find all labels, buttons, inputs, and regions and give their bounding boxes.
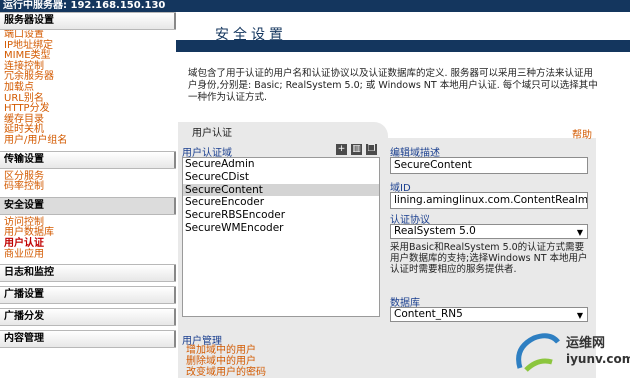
- sidebar-link[interactable]: 商业应用: [0, 249, 176, 261]
- chevron-down-icon: ▼: [576, 228, 583, 237]
- realm-list-item[interactable]: SecureAdmin: [183, 158, 379, 171]
- realm-id-input[interactable]: lining.aminglinux.com.ContentRealm: [390, 192, 588, 209]
- realm-list-item[interactable]: SecureRBSEncoder: [183, 209, 379, 222]
- section-content-management[interactable]: 内容管理: [0, 330, 176, 349]
- sidebar-link[interactable]: 码率控制: [0, 182, 176, 193]
- help-link[interactable]: 帮助: [572, 126, 592, 141]
- realm-list-item[interactable]: SecureEncoder: [183, 196, 379, 209]
- watermark: 运维网 iyunv.com: [512, 328, 630, 378]
- add-icon[interactable]: +: [336, 144, 347, 155]
- delete-icon[interactable]: ▥: [351, 144, 362, 155]
- section-server-settings[interactable]: 服务器设置: [0, 12, 176, 30]
- realm-list[interactable]: SecureAdmin SecureCDist SecureContent Secur…: [182, 157, 380, 317]
- page-description: 域包含了用于认证的用户名和认证协议以及认证数据库的定义. 服务器可以采用三种方法…: [188, 68, 598, 103]
- sidebar-link[interactable]: 用户/用户组名: [0, 135, 176, 147]
- chevron-down-icon: ▼: [576, 311, 583, 320]
- realm-list-item[interactable]: SecureCDist: [183, 171, 379, 184]
- section-broadcast-settings[interactable]: 广播设置: [0, 286, 176, 305]
- security-links: 访问控制 用户数据库 用户认证 商业应用: [0, 217, 176, 261]
- realm-description-input[interactable]: SecureContent: [390, 157, 588, 174]
- section-broadcast-distribution[interactable]: 广播分发: [0, 308, 176, 327]
- protocol-help-text: 采用Basic和RealSystem 5.0的认证方式需要用户数据库的支持;选择…: [390, 242, 588, 276]
- transport-links: 区分服务 码率控制: [0, 171, 176, 193]
- watermark-logo-icon: [516, 333, 560, 372]
- sidebar-link[interactable]: 端口设置: [0, 29, 176, 41]
- realm-list-item[interactable]: SecureContent: [183, 183, 379, 197]
- panel-tab-label: 用户认证: [192, 128, 232, 139]
- sidebar: 服务器设置 端口设置 IP地址绑定 MIME类型 连接控制 冗余服务器 加载点 URL别名 H…: [0, 12, 176, 378]
- delete-user-link[interactable]: 删除域中的用户: [186, 356, 256, 367]
- sidebar-link[interactable]: 用户认证: [0, 238, 176, 250]
- panel-tab: 用户认证: [178, 122, 388, 139]
- server-status-bar: 运行中服务器: 192.168.150.130: [0, 0, 630, 12]
- protocol-select[interactable]: RealSystem 5.0 ▼: [390, 224, 588, 239]
- copy-icon[interactable]: ❐: [366, 144, 377, 155]
- section-security-settings[interactable]: 安全设置: [0, 196, 176, 215]
- database-select[interactable]: Content_RN5 ▼: [390, 307, 588, 322]
- server-links: 端口设置 IP地址绑定 MIME类型 连接控制 冗余服务器 加载点 URL别名 HTTP分发缓…: [0, 29, 176, 147]
- add-user-link[interactable]: 增加域中的用户: [186, 345, 256, 356]
- section-log-monitor[interactable]: 日志和监控: [0, 264, 176, 283]
- sidebar-link[interactable]: 加载点: [0, 82, 176, 94]
- section-transport-settings[interactable]: 传输设置: [0, 150, 176, 169]
- change-password-link[interactable]: 改变域用户的密码: [186, 367, 266, 378]
- header-bar: [176, 40, 630, 52]
- realm-list-item[interactable]: SecureWMEncoder: [183, 222, 379, 235]
